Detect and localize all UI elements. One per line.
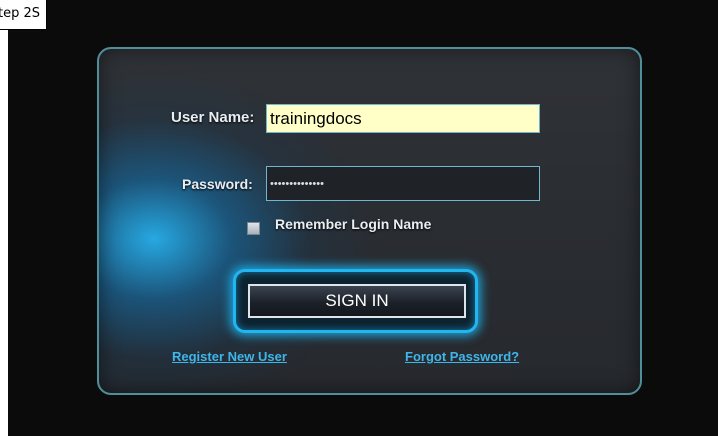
password-input[interactable] [266,166,540,201]
step-tag: Step 2S [0,0,47,30]
username-label: User Name: [171,109,255,126]
login-screen: User Name: Password: Remember Login Name… [8,0,718,436]
remember-checkbox[interactable] [247,222,260,235]
login-panel: User Name: Password: Remember Login Name… [97,47,642,395]
remember-label: Remember Login Name [275,216,432,232]
username-input[interactable] [266,104,540,133]
signin-glow-frame: SIGN IN [233,269,478,333]
signin-button[interactable]: SIGN IN [248,284,466,318]
step-tag-text: Step 2S [0,6,40,21]
register-link[interactable]: Register New User [172,349,287,364]
password-label: Password: [182,176,253,192]
forgot-password-link[interactable]: Forgot Password? [405,349,519,364]
